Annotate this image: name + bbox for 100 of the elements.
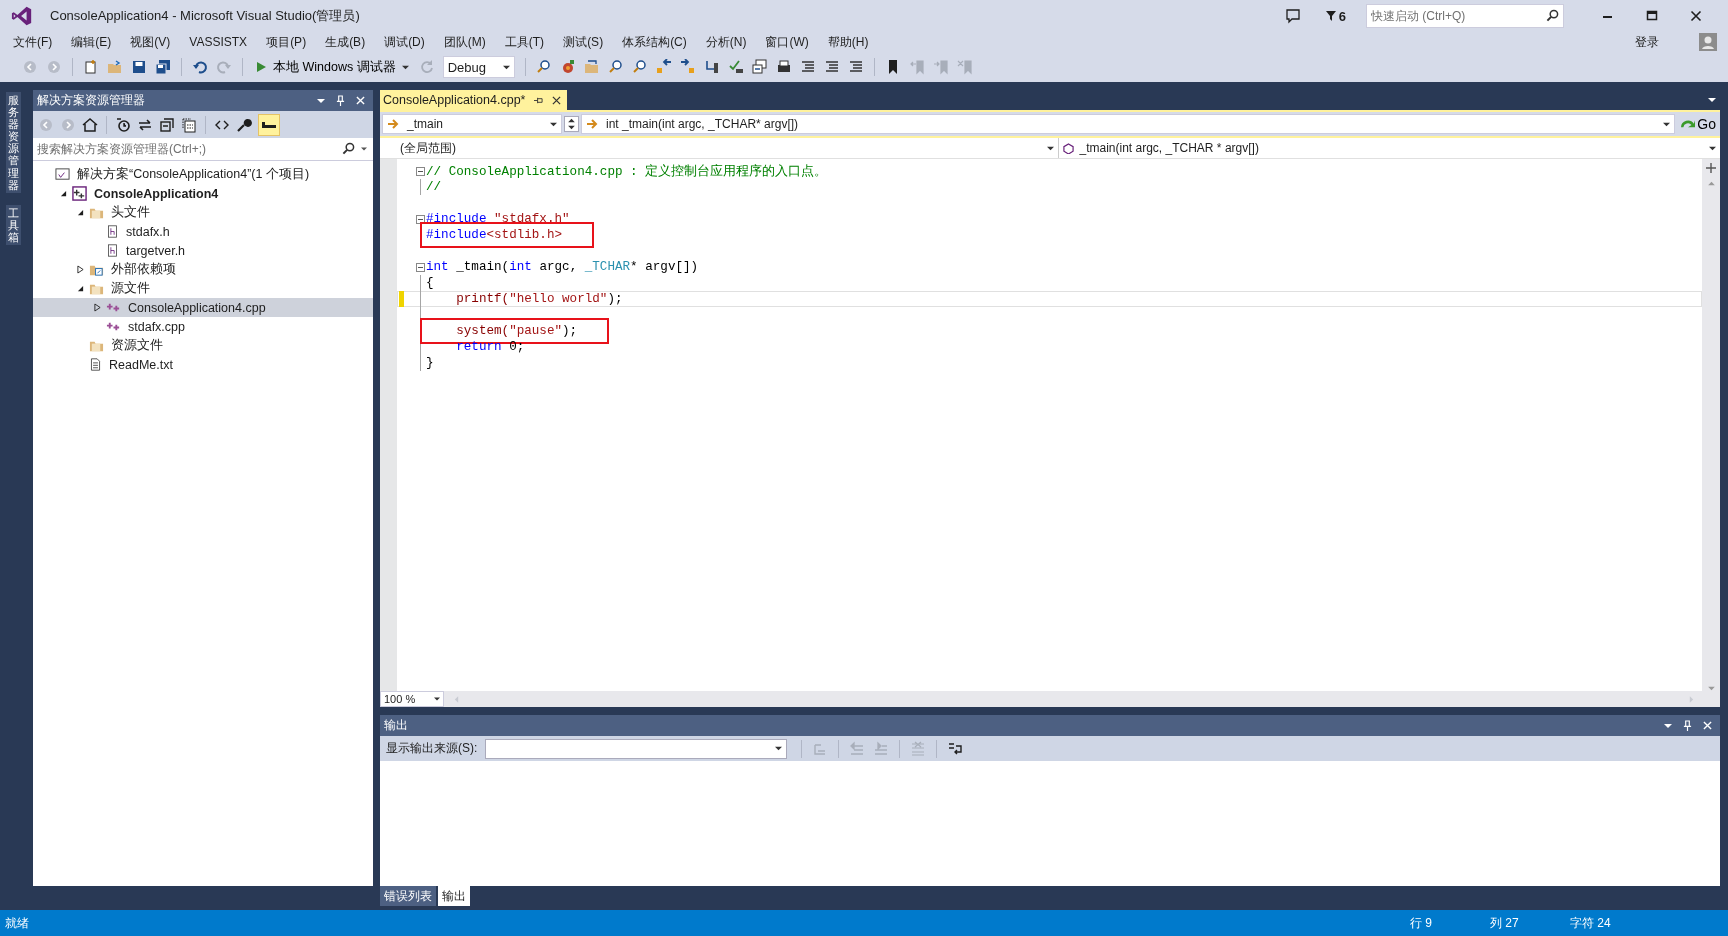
quick-launch-field[interactable]: 快速启动 (Ctrl+Q) (1366, 4, 1564, 28)
panel-title: 解决方案资源管理器 (37, 92, 146, 109)
expanded-arrow-icon[interactable] (76, 285, 84, 292)
sync-icon[interactable] (137, 116, 153, 133)
search-icon[interactable] (607, 59, 624, 75)
tree-item[interactable]: 解决方案“ConsoleApplication4”(1 个项目) (33, 165, 373, 184)
filter-icon[interactable] (1324, 10, 1337, 22)
new-project-icon[interactable] (83, 59, 99, 75)
output-source-label: 显示输出来源(S): (386, 740, 478, 757)
step-into-icon[interactable] (703, 59, 720, 75)
open-folder-icon[interactable] (107, 59, 123, 75)
wrench-icon[interactable] (236, 116, 252, 133)
tree-item[interactable]: targetver.h (33, 241, 373, 260)
show-all-files-icon[interactable] (181, 116, 197, 133)
undo-icon[interactable] (192, 59, 208, 75)
menu-item[interactable]: 工具(T) (502, 33, 553, 51)
folder-icon[interactable] (583, 59, 600, 75)
menu-item[interactable]: 文件(F) (11, 33, 61, 51)
tree-item[interactable]: stdafx.h (33, 222, 373, 241)
sign-in-link[interactable]: 登录 (1635, 33, 1659, 51)
dropdown-icon[interactable] (317, 96, 325, 105)
notification-count: 6 (1338, 8, 1346, 24)
close-icon[interactable] (552, 95, 562, 105)
collapse-icon[interactable] (415, 262, 425, 272)
member-dropdown[interactable]: _tmain (382, 114, 562, 134)
home-icon[interactable] (82, 116, 98, 133)
side-tab[interactable]: 工具箱 (5, 204, 21, 246)
list-icon[interactable] (799, 59, 816, 75)
signature-dropdown[interactable]: int _tmain(int argc, _TCHAR* argv[]) (581, 114, 1676, 134)
search-icon (1546, 9, 1559, 22)
word-wrap-icon[interactable] (947, 740, 964, 757)
expanded-arrow-icon[interactable] (59, 190, 67, 197)
tree-item[interactable]: stdafx.cpp (33, 317, 373, 336)
preview-toggle-button[interactable] (258, 113, 280, 136)
menu-item[interactable]: VASSISTX (187, 35, 256, 49)
collapsed-arrow-icon[interactable] (76, 265, 84, 274)
panel-tab[interactable]: 错误列表 (380, 886, 436, 906)
expanded-arrow-icon[interactable] (76, 209, 84, 216)
feedback-icon[interactable] (1284, 8, 1301, 24)
panel-tab[interactable]: 输出 (438, 886, 470, 906)
search-icon[interactable] (631, 59, 648, 75)
collapse-all-icon[interactable] (159, 116, 175, 133)
collapsed-arrow-icon[interactable] (93, 303, 101, 312)
play-icon (255, 61, 267, 73)
window-icon[interactable] (751, 59, 768, 75)
menu-item[interactable]: 帮助(H) (825, 33, 877, 51)
column-indicator: 列 27 (1490, 914, 1520, 932)
app-logo-icon (10, 5, 34, 27)
tree-item[interactable]: 外部依赖项 (33, 260, 373, 279)
menu-item[interactable]: 体系结构(C) (620, 33, 695, 51)
outdent-icon[interactable] (847, 59, 864, 75)
text-file-icon (89, 358, 102, 371)
close-icon[interactable] (1690, 10, 1702, 22)
menu-item[interactable]: 视图(V) (128, 33, 179, 51)
menu-item[interactable]: 团队(M) (441, 33, 494, 51)
collapse-icon[interactable] (415, 166, 425, 176)
tree-item[interactable]: ReadMe.txt (33, 355, 373, 374)
code-line: // (426, 180, 442, 194)
menu-item[interactable]: 分析(N) (703, 33, 755, 51)
spin-buttons[interactable] (564, 116, 579, 132)
menu-item[interactable]: 调试(D) (382, 33, 433, 51)
configuration-dropdown[interactable]: Debug (442, 56, 515, 78)
tree-item[interactable]: 源文件 (33, 279, 373, 298)
user-avatar-icon[interactable] (1699, 33, 1717, 51)
caret-icon (775, 745, 783, 752)
dropdown-icon[interactable] (1708, 96, 1716, 104)
tree-item[interactable]: ConsoleApplication4.cpp (33, 298, 373, 317)
dropdown-icon[interactable] (1664, 721, 1672, 730)
spell-check-icon[interactable] (727, 59, 744, 75)
side-tab[interactable]: 服务器资源管理器 (5, 92, 21, 193)
printer-icon[interactable] (775, 59, 792, 75)
restart-icon[interactable] (418, 59, 435, 75)
menu-item[interactable]: 项目(P) (264, 33, 315, 51)
zoom-dropdown[interactable]: 100 % (380, 691, 444, 707)
step-back-icon[interactable] (655, 59, 672, 75)
caret-icon (550, 120, 557, 128)
code-line: printf("hello world"); (455, 292, 623, 306)
document-tab[interactable]: ConsoleApplication4.cpp* (380, 90, 568, 110)
tree-item[interactable]: 头文件 (33, 203, 373, 222)
function-dropdown[interactable]: _tmain(int argc, _TCHAR * argv[]) (1058, 138, 1720, 158)
tree-item[interactable]: 资源文件 (33, 336, 373, 355)
clock-icon[interactable] (115, 116, 131, 133)
arrow-icon (387, 119, 399, 129)
split-icon[interactable] (1706, 163, 1716, 173)
scope-dropdown[interactable]: (全局范围) (380, 138, 1059, 158)
menu-item[interactable]: 窗口(W) (763, 33, 817, 51)
maximize-icon[interactable] (1646, 10, 1658, 22)
go-arrow-icon (1681, 120, 1696, 128)
indent-icon[interactable] (823, 59, 840, 75)
menu-item[interactable]: 生成(B) (323, 33, 374, 51)
save-icon[interactable] (131, 59, 147, 75)
collapse-icon[interactable] (415, 214, 425, 224)
menu-item[interactable]: 测试(S) (561, 33, 612, 51)
find-icon[interactable] (535, 59, 552, 75)
save-all-icon[interactable] (155, 59, 171, 75)
menu-item[interactable]: 编辑(E) (69, 33, 120, 51)
step-forward-icon[interactable] (679, 59, 696, 75)
pin-icon[interactable] (533, 95, 545, 105)
tree-item[interactable]: ConsoleApplication4 (33, 184, 373, 203)
start-debugging-button[interactable]: 本地 Windows 调试器 (253, 58, 411, 76)
